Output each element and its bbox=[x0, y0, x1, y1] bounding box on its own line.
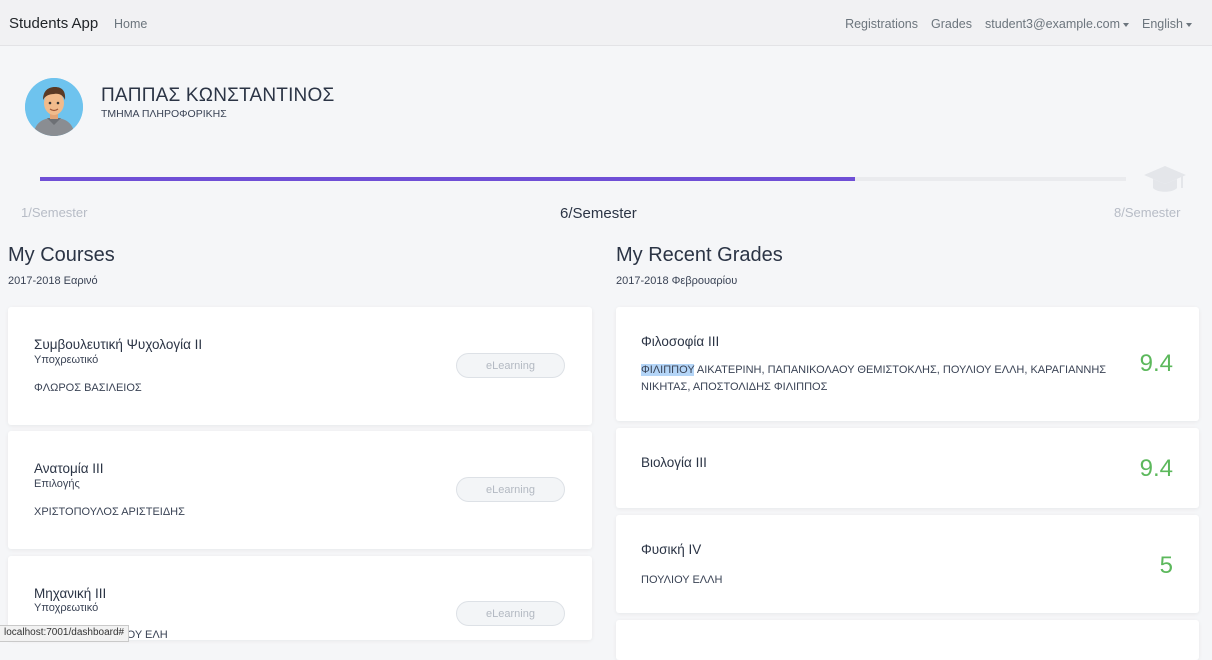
nav-right-menu: Registrations Grades student3@example.co… bbox=[845, 17, 1192, 31]
graduation-cap-icon bbox=[1143, 164, 1187, 201]
browser-status-url: localhost:7001/dashboard# bbox=[0, 625, 130, 642]
course-instructor: ΦΛΩΡΟΣ ΒΑΣΙΛΕΙΟΣ bbox=[34, 382, 142, 394]
grade-instructors: ΠΟΥΛΙΟΥ ΕΛΛΗ bbox=[641, 574, 723, 586]
avatar-illustration bbox=[25, 78, 83, 136]
elearning-button[interactable]: eLearning bbox=[456, 601, 565, 626]
course-type: Υποχρεωτικό bbox=[34, 354, 99, 366]
user-menu-dropdown[interactable]: student3@example.com bbox=[985, 17, 1129, 31]
grade-value: 9.4 bbox=[1139, 350, 1173, 377]
language-label: English bbox=[1142, 17, 1183, 31]
course-title[interactable]: Ανατομία ΙΙΙ bbox=[34, 461, 104, 476]
language-dropdown[interactable]: English bbox=[1142, 17, 1192, 31]
recent-grades-period: 2017-2018 Φεβρουαρίου bbox=[616, 275, 738, 287]
course-type: Υποχρεωτικό bbox=[34, 602, 99, 614]
grade-instructors: ΦΙΛΙΠΠΟΥ ΑΙΚΑΤΕΡΙΝΗ, ΠΑΠΑΝΙΚΟΛΑΟΥ ΘΕΜΙΣΤ… bbox=[641, 362, 1116, 396]
grade-course-title[interactable]: Φυσική IV bbox=[641, 542, 701, 557]
top-navbar: Students App Home Registrations Grades s… bbox=[0, 0, 1212, 46]
recent-grades-title: My Recent Grades bbox=[616, 244, 783, 266]
grade-card: Φυσική IV ΠΟΥΛΙΟΥ ΕΛΛΗ 5 bbox=[616, 515, 1199, 613]
course-instructor: ΧΡΙΣΤΟΠΟΥΛΟΣ ΑΡΙΣΤΕΙΔΗΣ bbox=[34, 506, 185, 518]
elearning-button[interactable]: eLearning bbox=[456, 353, 565, 378]
grade-card: Φιλοσοφία ΙΙΙ ΦΙΛΙΠΠΟΥ ΑΙΚΑΤΕΡΙΝΗ, ΠΑΠΑΝ… bbox=[616, 307, 1199, 421]
student-avatar bbox=[25, 78, 83, 136]
caret-down-icon bbox=[1123, 22, 1129, 27]
course-card: Συμβουλευτική Ψυχολογία ΙΙ Υποχρεωτικό Φ… bbox=[8, 307, 592, 425]
brand-logo[interactable]: Students App bbox=[9, 15, 98, 32]
grade-course-title[interactable]: Φιλοσοφία ΙΙΙ bbox=[641, 334, 719, 349]
selected-text: ΦΙΛΙΠΠΟΥ bbox=[641, 364, 695, 376]
semester-progress-fill bbox=[40, 177, 855, 181]
semester-current-label: 6/Semester bbox=[560, 205, 637, 222]
my-courses-period: 2017-2018 Εαρινό bbox=[8, 275, 98, 287]
student-department: ΤΜΗΜΑ ΠΛΗΡΟΦΟΡΙΚΗΣ bbox=[101, 108, 227, 120]
caret-down-icon bbox=[1186, 22, 1192, 27]
semester-progress-track bbox=[40, 177, 1126, 181]
grade-card: Βιολογία ΙΙΙ 9.4 bbox=[616, 428, 1199, 508]
course-card: Ανατομία ΙΙΙ Επιλογής ΧΡΙΣΤΟΠΟΥΛΟΣ ΑΡΙΣΤ… bbox=[8, 431, 592, 549]
my-courses-title: My Courses bbox=[8, 244, 115, 266]
student-name: ΠΑΠΠΑΣ ΚΩΝΣΤΑΝΤΙΝΟΣ bbox=[101, 85, 335, 106]
grade-value: 5 bbox=[1159, 552, 1173, 579]
grade-card bbox=[616, 620, 1199, 660]
course-title[interactable]: Συμβουλευτική Ψυχολογία ΙΙ bbox=[34, 337, 202, 352]
user-email: student3@example.com bbox=[985, 17, 1120, 31]
nav-home-link[interactable]: Home bbox=[114, 17, 147, 31]
semester-start-label: 1/Semester bbox=[21, 205, 88, 220]
nav-registrations-link[interactable]: Registrations bbox=[845, 17, 918, 31]
semester-end-label: 8/Semester bbox=[1114, 205, 1181, 220]
grade-value: 9.4 bbox=[1139, 455, 1173, 482]
course-title[interactable]: Μηχανική ΙΙΙ bbox=[34, 586, 106, 601]
grade-instructors-rest: ΑΙΚΑΤΕΡΙΝΗ, ΠΑΠΑΝΙΚΟΛΑΟΥ ΘΕΜΙΣΤΟΚΛΗΣ, ΠΟ… bbox=[641, 364, 1107, 393]
nav-grades-link[interactable]: Grades bbox=[931, 17, 972, 31]
course-type: Επιλογής bbox=[34, 478, 80, 490]
elearning-button[interactable]: eLearning bbox=[456, 477, 565, 502]
grade-course-title[interactable]: Βιολογία ΙΙΙ bbox=[641, 455, 707, 470]
